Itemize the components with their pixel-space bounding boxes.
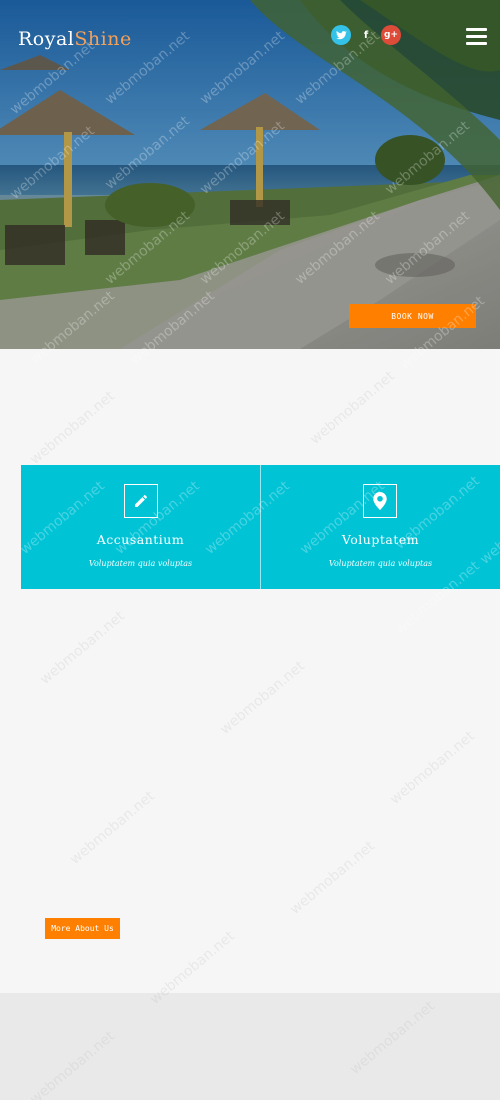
feature-subtitle: Voluptatem quia voluptas: [88, 559, 193, 568]
brand-logo-part2: Shine: [74, 28, 132, 50]
feature-title: Accusantium: [96, 532, 185, 547]
watermark-text: webmoban.net: [387, 728, 478, 808]
brand-logo[interactable]: RoyalShine: [18, 28, 132, 50]
features-row: Accusantium Voluptatem quia voluptas Vol…: [21, 465, 500, 589]
watermark-text: webmoban.net: [27, 388, 118, 468]
more-about-us-button[interactable]: More About Us: [45, 918, 120, 939]
footer-band: [0, 993, 500, 1100]
map-pin-icon: [363, 484, 397, 518]
facebook-icon[interactable]: f: [356, 25, 376, 45]
brand-logo-part1: Royal: [18, 28, 75, 50]
watermark-text: webmoban.net: [287, 838, 378, 918]
pencil-icon: [124, 484, 158, 518]
social-links: f g+: [331, 25, 401, 45]
feature-title: Voluptatem: [341, 532, 420, 547]
feature-card: Accusantium Voluptatem quia voluptas: [21, 465, 260, 589]
feature-subtitle: Voluptatem quia voluptas: [328, 559, 433, 568]
watermark-text: webmoban.net: [307, 368, 398, 448]
watermark-text: webmoban.net: [67, 788, 158, 868]
book-now-button[interactable]: BOOK NOW: [349, 304, 476, 328]
hero-banner: RoyalShine f g+ BOOK NOW: [0, 0, 500, 349]
google-plus-glyph: g+: [384, 30, 398, 40]
facebook-glyph: f: [363, 29, 369, 41]
twitter-icon[interactable]: [331, 25, 351, 45]
hero-photo: [0, 0, 500, 349]
google-plus-icon[interactable]: g+: [381, 25, 401, 45]
watermark-text: webmoban.net: [217, 658, 308, 738]
feature-card: Voluptatem Voluptatem quia voluptas: [260, 465, 500, 589]
hamburger-menu-icon[interactable]: [466, 28, 487, 45]
watermark-text: webmoban.net: [37, 608, 128, 688]
